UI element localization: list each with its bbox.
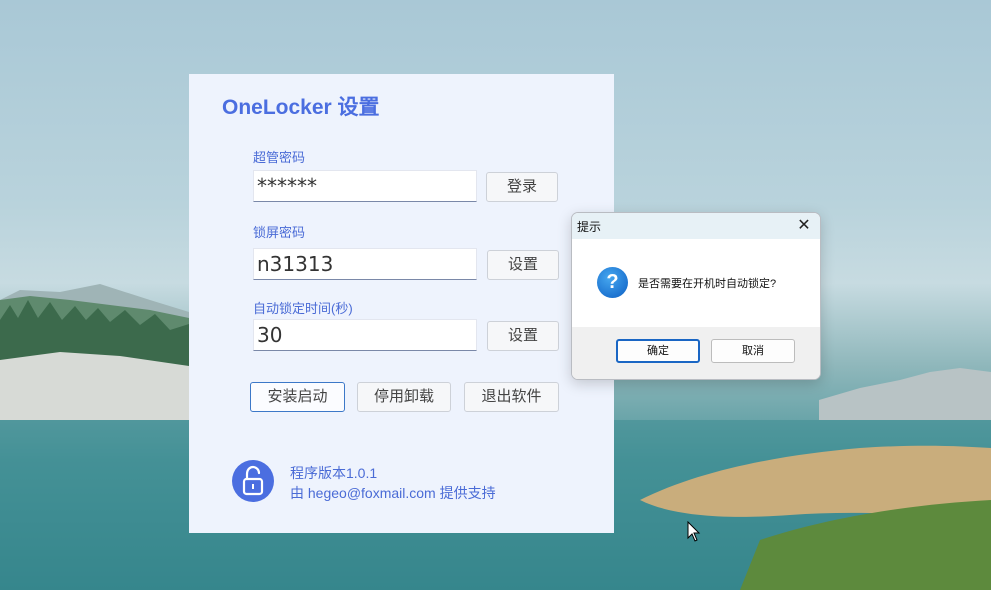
dialog-button-bar: 确定 取消 [572, 327, 820, 379]
lock-password-set-button[interactable]: 设置 [487, 250, 559, 280]
auto-lock-label: 自动锁定时间(秒) [253, 301, 353, 316]
question-icon: ? [597, 267, 628, 298]
app-title: OneLocker 设置 [222, 96, 380, 119]
support-text: 由 hegeo@foxmail.com 提供支持 [290, 485, 496, 501]
install-start-button[interactable]: 安装启动 [250, 382, 345, 412]
dialog-title: 提示 [577, 220, 602, 234]
unlock-icon [232, 460, 274, 502]
mouse-cursor-icon [687, 521, 701, 542]
close-icon[interactable]: ✕ [790, 213, 818, 239]
super-password-input[interactable]: ****** [253, 170, 477, 202]
super-password-label: 超管密码 [253, 150, 306, 165]
dialog-message: 是否需要在开机时自动锁定? [638, 278, 777, 290]
version-text: 程序版本1.0.1 [290, 465, 378, 481]
ok-button[interactable]: 确定 [616, 339, 700, 363]
disable-uninstall-button[interactable]: 停用卸载 [357, 382, 451, 412]
auto-lock-set-button[interactable]: 设置 [487, 321, 559, 351]
lock-password-input[interactable]: n31313 [253, 248, 477, 280]
dialog-titlebar: 提示 ✕ [572, 213, 820, 239]
cancel-button[interactable]: 取消 [711, 339, 795, 363]
lock-password-label: 锁屏密码 [253, 225, 306, 240]
login-button[interactable]: 登录 [486, 172, 558, 202]
confirm-dialog: 提示 ✕ ? 是否需要在开机时自动锁定? 确定 取消 [571, 212, 821, 380]
settings-panel: OneLocker 设置 超管密码 ****** 登录 锁屏密码 n31313 … [189, 74, 614, 533]
exit-software-button[interactable]: 退出软件 [464, 382, 559, 412]
auto-lock-input[interactable]: 30 [253, 319, 477, 351]
